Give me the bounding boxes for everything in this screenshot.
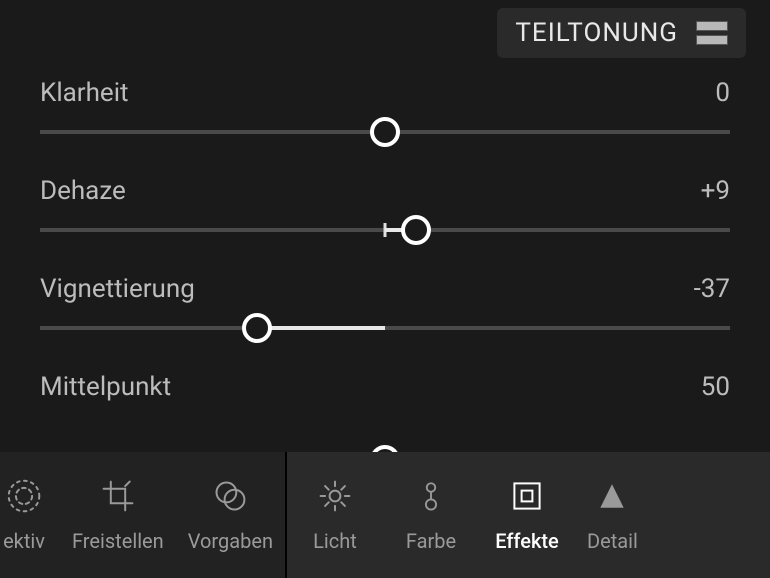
tool-selektiv[interactable]: ektiv	[0, 452, 60, 578]
tool-label: Effekte	[495, 529, 559, 553]
tool-label: Detail	[587, 529, 638, 553]
toolbar-left-group: ektiv Freistellen Vorgaben	[0, 452, 287, 578]
slider-value: -37	[694, 274, 730, 304]
toolbar-right-group: Licht Farbe Effekte Detail	[287, 452, 770, 578]
slider-value: 0	[715, 78, 730, 108]
slider-track[interactable]	[40, 228, 730, 232]
slider-handle[interactable]	[242, 313, 272, 343]
slider-label: Vignettierung	[40, 274, 195, 304]
crop-icon	[99, 477, 137, 515]
effects-icon	[508, 477, 546, 515]
color-icon	[412, 477, 450, 515]
tool-vorgaben[interactable]: Vorgaben	[176, 452, 285, 578]
effects-sliders: Klarheit 0 Dehaze +9 Vignettierung -37 Mittelp…	[40, 78, 730, 444]
split-toning-icon	[696, 21, 728, 45]
slider-fill	[257, 326, 385, 330]
tool-detail[interactable]: Detail	[575, 452, 638, 578]
slider-track[interactable]	[40, 130, 730, 134]
tool-effekte[interactable]: Effekte	[479, 452, 575, 578]
slider-label: Klarheit	[40, 78, 129, 108]
slider-label: Mittelpunkt	[40, 372, 171, 402]
presets-icon	[211, 477, 249, 515]
slider-vignettierung: Vignettierung -37	[40, 274, 730, 330]
split-toning-button[interactable]: TEILTONUNG	[497, 8, 746, 58]
tool-freistellen[interactable]: Freistellen	[60, 452, 176, 578]
tool-label: Vorgaben	[188, 529, 273, 553]
radial-icon	[5, 477, 43, 515]
slider-track[interactable]	[40, 326, 730, 330]
slider-value: 50	[701, 372, 730, 402]
tool-label: ektiv	[3, 529, 45, 553]
slider-mittelpunkt: Mittelpunkt 50	[40, 372, 730, 402]
tool-label: Farbe	[406, 529, 456, 553]
slider-handle[interactable]	[370, 117, 400, 147]
tool-label: Licht	[313, 529, 357, 553]
slider-label: Dehaze	[40, 176, 126, 206]
slider-dehaze: Dehaze +9	[40, 176, 730, 232]
tool-licht[interactable]: Licht	[287, 452, 383, 578]
slider-value: +9	[701, 176, 730, 206]
light-icon	[316, 477, 354, 515]
bottom-toolbar: ektiv Freistellen Vorgaben Licht Farbe Effek…	[0, 452, 770, 578]
tool-label: Freistellen	[72, 529, 164, 553]
tool-farbe[interactable]: Farbe	[383, 452, 479, 578]
slider-klarheit: Klarheit 0	[40, 78, 730, 134]
detail-icon	[593, 477, 631, 515]
split-toning-label: TEILTONUNG	[515, 18, 678, 48]
slider-handle[interactable]	[401, 215, 431, 245]
